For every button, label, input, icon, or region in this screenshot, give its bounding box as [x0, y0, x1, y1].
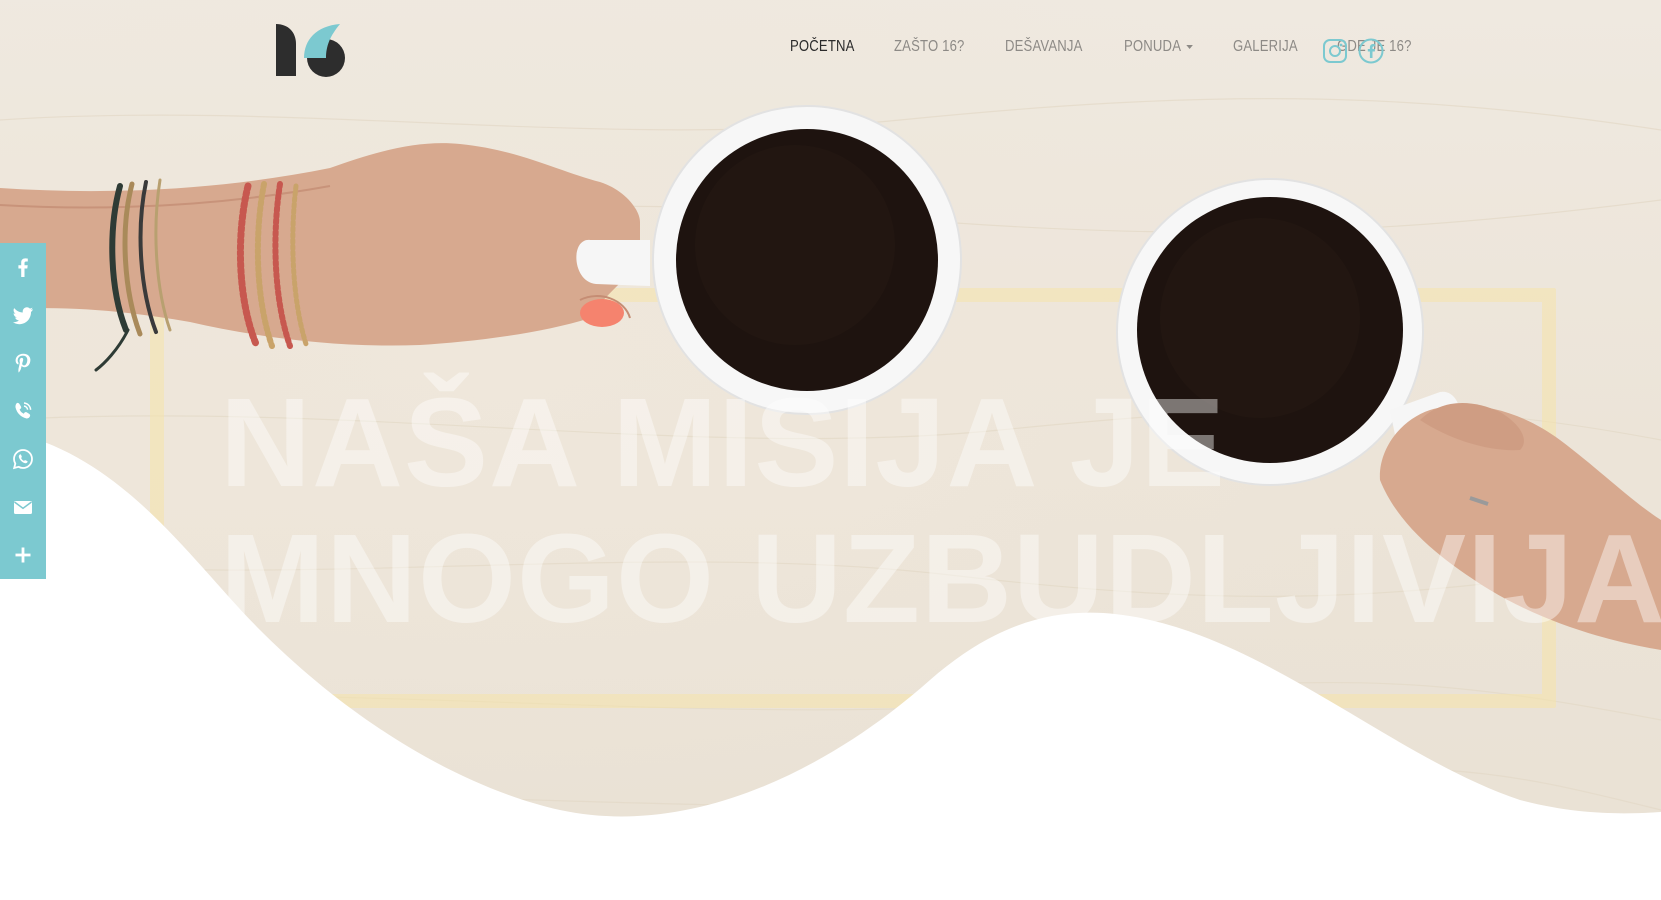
whatsapp-icon: [12, 449, 33, 470]
nav-item-pocetna[interactable]: POČETNA: [790, 38, 855, 56]
share-more-button[interactable]: [0, 531, 46, 579]
share-email-button[interactable]: [0, 483, 46, 531]
nav-item-zasto-16[interactable]: ZAŠTO 16?: [894, 38, 965, 56]
share-whatsapp-button[interactable]: [0, 435, 46, 483]
chevron-down-icon: [1186, 44, 1193, 49]
share-viber-button[interactable]: [0, 387, 46, 435]
nav-item-ponuda-label: PONUDA: [1124, 38, 1182, 55]
share-sidebar: [0, 243, 46, 579]
share-facebook-button[interactable]: [0, 243, 46, 291]
instagram-icon[interactable]: [1322, 38, 1348, 64]
wave-divider: [0, 430, 1661, 900]
nav-item-desavanja[interactable]: DEŠAVANJA: [1005, 38, 1083, 56]
main-nav: POČETNA ZAŠTO 16? DEŠAVANJA PONUDA GALER…: [790, 38, 1453, 56]
pinterest-icon: [15, 353, 31, 373]
facebook-icon[interactable]: [1358, 38, 1384, 64]
plus-icon: [15, 547, 31, 563]
facebook-icon: [18, 258, 28, 277]
share-pinterest-button[interactable]: [0, 339, 46, 387]
viber-icon: [15, 402, 32, 419]
email-icon: [14, 501, 32, 514]
share-twitter-button[interactable]: [0, 291, 46, 339]
nav-item-ponuda[interactable]: PONUDA: [1124, 38, 1193, 56]
top-navbar: POČETNA ZAŠTO 16? DEŠAVANJA PONUDA GALER…: [0, 0, 1661, 100]
nav-item-galerija[interactable]: GALERIJA: [1233, 38, 1298, 56]
logo-16-icon[interactable]: [274, 22, 348, 78]
hero-section: NAŠA MISIJA JE MNOGO UZBUDLJIVIJA: [0, 0, 1661, 900]
twitter-icon: [12, 307, 34, 325]
